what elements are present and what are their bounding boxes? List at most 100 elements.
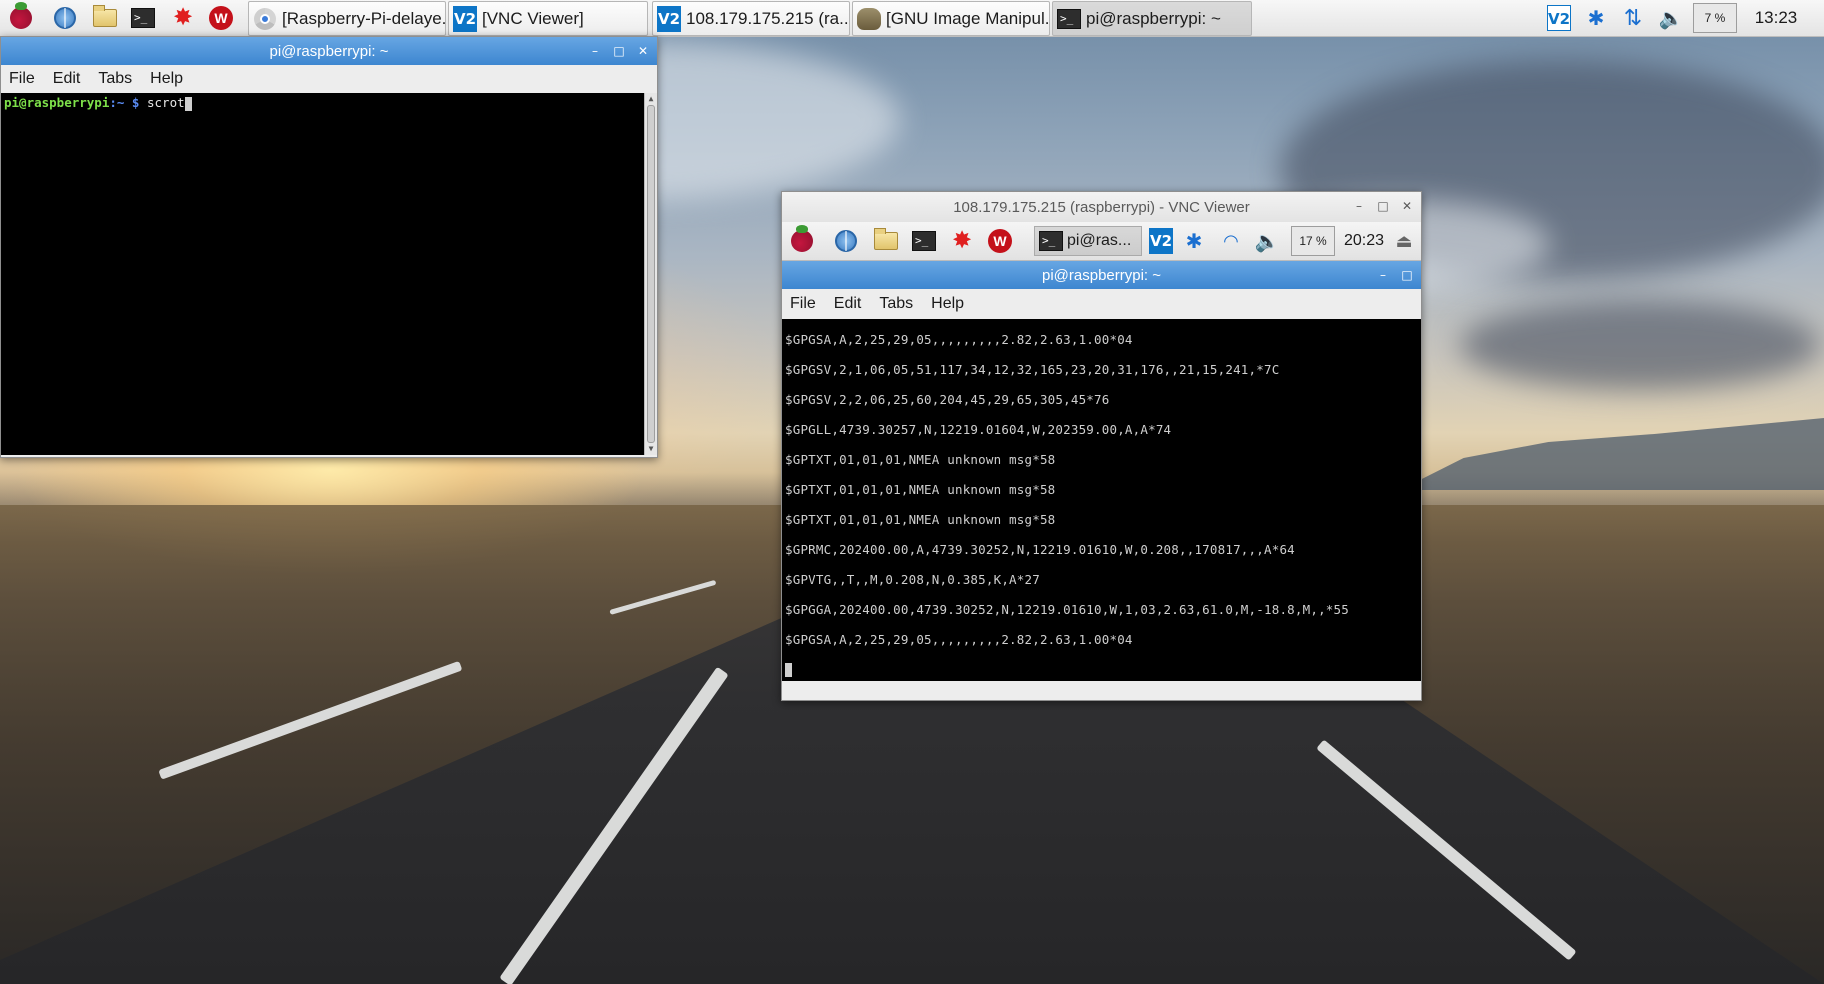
terminal-line: $GPGSA,A,2,25,29,05,,,,,,,,,2.82,2.63,1.… — [785, 332, 1133, 347]
terminal-icon: >_ — [131, 8, 155, 28]
globe-icon — [835, 230, 857, 252]
scrollbar[interactable]: ▲ ▼ — [644, 93, 657, 455]
terminal-line: $GPTXT,01,01,01,NMEA unknown msg*58 — [785, 512, 1056, 527]
window-title: 108.179.175.215 (raspberrypi) - VNC View… — [953, 198, 1250, 216]
remote-clock[interactable]: 20:23 — [1340, 226, 1388, 256]
terminal-line: $GPGSA,A,2,25,29,05,,,,,,,,,2.82,2.63,1.… — [785, 632, 1133, 647]
scrollbar-thumb[interactable] — [647, 105, 655, 443]
task-label: [GNU Image Manipul... — [886, 8, 1050, 28]
vnc-viewer-window: 108.179.175.215 (raspberrypi) - VNC View… — [781, 191, 1422, 701]
menu-edit[interactable]: Edit — [45, 70, 91, 88]
task-vnc-viewer[interactable]: V2 [VNC Viewer] — [448, 1, 648, 36]
terminal-line: $GPGGA,202400.00,4739.30252,N,12219.0161… — [785, 602, 1349, 617]
remote-volume-tray[interactable]: 🔈 — [1250, 226, 1284, 256]
minimize-button[interactable]: – — [1349, 196, 1369, 216]
menu-help[interactable]: Help — [923, 295, 974, 313]
menu-tabs[interactable]: Tabs — [90, 70, 142, 88]
remote-task-terminal[interactable]: >_ pi@ras... — [1034, 226, 1142, 256]
remote-terminal-launcher[interactable]: >_ — [908, 226, 940, 256]
top-panel: >_ ✸ W [Raspberry-Pi-delaye... V2 [VNC V… — [0, 0, 1824, 37]
close-button[interactable]: ✕ — [633, 41, 653, 61]
remote-cpu-monitor[interactable]: 17 % — [1290, 226, 1336, 256]
remote-terminal-titlebar[interactable]: pi@raspberrypi: ~ – □ — [782, 261, 1421, 289]
remote-mathematica-launcher[interactable]: ✸ — [946, 226, 978, 256]
vnc-icon: V2 — [1547, 5, 1571, 31]
menu-file[interactable]: File — [782, 295, 826, 313]
wolfram-icon: W — [988, 229, 1012, 253]
file-manager-launcher[interactable] — [90, 3, 120, 33]
terminal-launcher[interactable]: >_ — [128, 3, 158, 33]
network-tray[interactable]: ⇅ — [1616, 2, 1650, 34]
wifi-icon: ◠ — [1223, 230, 1239, 252]
remote-file-manager-launcher[interactable] — [870, 226, 902, 256]
terminal-icon: >_ — [912, 231, 936, 251]
remote-raspberry-menu-button[interactable] — [786, 225, 818, 256]
prompt-user: pi@raspberrypi — [4, 95, 110, 110]
speaker-icon: 🔈 — [1254, 229, 1280, 253]
maximize-button[interactable]: □ — [609, 41, 629, 61]
menu-bar: File Edit Tabs Help — [1, 65, 657, 93]
remote-wifi-tray[interactable]: ◠ — [1214, 226, 1248, 256]
network-arrows-icon: ⇅ — [1623, 5, 1643, 31]
menu-tabs[interactable]: Tabs — [871, 295, 923, 313]
web-browser-launcher[interactable] — [50, 3, 80, 33]
eject-icon: ⏏ — [1395, 230, 1413, 252]
terminal-output[interactable]: pi@raspberrypi:~ $ scrot ▲ ▼ — [1, 93, 657, 455]
gimp-icon — [857, 7, 881, 30]
raspberry-menu-button[interactable] — [6, 2, 36, 33]
mathematica-icon: ✸ — [951, 227, 973, 254]
chromium-icon — [254, 7, 276, 30]
minimize-button[interactable]: – — [1373, 265, 1393, 285]
terminal-line: pi@raspberrypi:~ $ scrot — [1, 93, 657, 113]
terminal-line — [782, 655, 1421, 681]
wolfram-launcher[interactable]: W — [206, 3, 236, 33]
terminal-line: $GPGLL,4739.30257,N,12219.01604,W,202359… — [785, 422, 1172, 437]
vnc-icon: V2 — [453, 5, 477, 32]
folder-icon — [93, 5, 117, 27]
task-label: pi@raspberrypi: ~ — [1086, 8, 1221, 28]
bluetooth-tray[interactable]: ✱ — [1582, 2, 1610, 34]
menu-help[interactable]: Help — [142, 70, 193, 88]
minimize-button[interactable]: – — [585, 41, 605, 61]
cloud — [1460, 300, 1820, 390]
remote-wolfram-launcher[interactable]: W — [984, 226, 1016, 256]
mathematica-launcher[interactable]: ✸ — [168, 3, 198, 33]
remote-menu-bar: File Edit Tabs Help — [782, 289, 1421, 319]
cpu-usage: 17 % — [1291, 226, 1335, 256]
menu-edit[interactable]: Edit — [826, 295, 872, 313]
clock[interactable]: 13:23 — [1746, 2, 1806, 34]
bluetooth-icon: ✱ — [1185, 229, 1203, 253]
clock-time: 20:23 — [1343, 232, 1385, 249]
task-terminal[interactable]: >_ pi@raspberrypi: ~ — [1052, 1, 1252, 36]
bluetooth-icon: ✱ — [1587, 6, 1605, 30]
terminal-line: $GPTXT,01,01,01,NMEA unknown msg*58 — [785, 482, 1056, 497]
cpu-usage: 7 % — [1693, 3, 1737, 33]
volume-tray[interactable]: 🔈 — [1654, 2, 1688, 34]
cpu-monitor[interactable]: 7 % — [1692, 2, 1738, 34]
scroll-up-arrow-icon[interactable]: ▲ — [645, 94, 657, 104]
vnc-server-tray[interactable]: V2 — [1542, 2, 1576, 34]
maximize-button[interactable]: □ — [1397, 265, 1417, 285]
local-terminal-window: pi@raspberrypi: ~ – □ ✕ File Edit Tabs H… — [0, 36, 658, 458]
task-label: pi@ras... — [1067, 232, 1132, 249]
task-vnc-session[interactable]: V2 108.179.175.215 (ra... — [652, 1, 850, 36]
remote-web-browser-launcher[interactable] — [830, 226, 862, 256]
terminal-line: $GPRMC,202400.00,A,4739.30252,N,12219.01… — [785, 542, 1295, 557]
menu-file[interactable]: File — [1, 70, 45, 88]
maximize-button[interactable]: □ — [1373, 196, 1393, 216]
window-titlebar[interactable]: 108.179.175.215 (raspberrypi) - VNC View… — [782, 192, 1421, 222]
task-gimp[interactable]: [GNU Image Manipul... — [852, 1, 1050, 36]
remote-vnc-tray[interactable]: V2 — [1144, 226, 1178, 256]
task-label: [VNC Viewer] — [482, 8, 584, 28]
task-chromium[interactable]: [Raspberry-Pi-delaye... — [248, 1, 446, 36]
remote-terminal-output[interactable]: $GPGSA,A,2,25,29,05,,,,,,,,,2.82,2.63,1.… — [782, 319, 1421, 681]
terminal-icon: >_ — [1057, 8, 1081, 29]
remote-bluetooth-tray[interactable]: ✱ — [1180, 226, 1208, 256]
close-button[interactable]: ✕ — [1397, 196, 1417, 216]
folder-icon — [874, 228, 898, 250]
window-titlebar[interactable]: pi@raspberrypi: ~ – □ ✕ — [1, 37, 657, 65]
scroll-down-arrow-icon[interactable]: ▼ — [645, 444, 657, 454]
vnc-icon: V2 — [657, 5, 681, 32]
remote-eject-tray[interactable]: ⏏ — [1390, 226, 1418, 256]
terminal-line: $GPGSV,2,1,06,05,51,117,34,12,32,165,23,… — [785, 362, 1280, 377]
